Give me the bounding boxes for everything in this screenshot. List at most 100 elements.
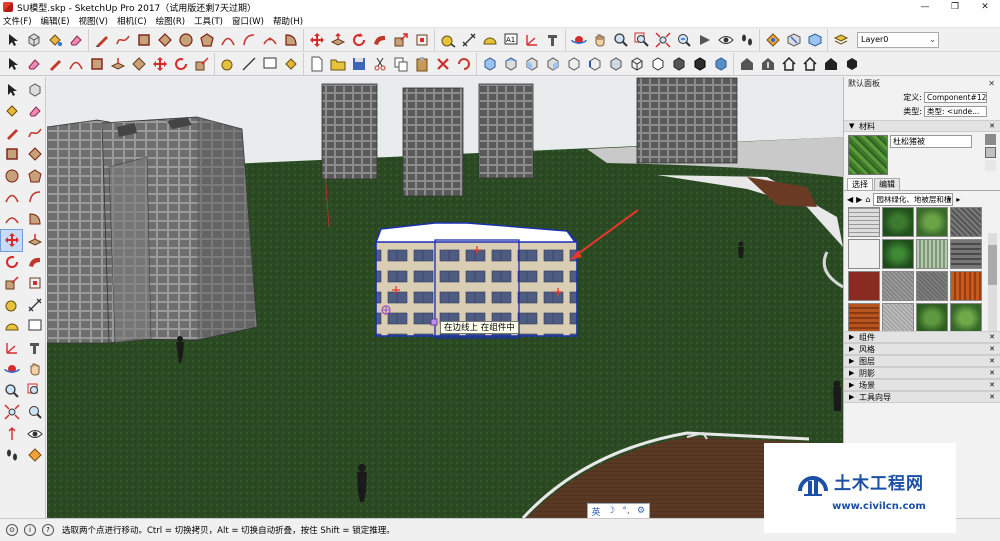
wireframe-style-button[interactable]: [627, 54, 646, 73]
tape-measure-button-2[interactable]: [218, 54, 237, 73]
open-file-button[interactable]: [328, 54, 347, 73]
menu-file[interactable]: 文件(F): [3, 15, 32, 27]
material-swatch[interactable]: [882, 207, 914, 237]
tower-near-left[interactable]: [47, 116, 258, 344]
material-swatch[interactable]: [882, 303, 914, 331]
close-icon[interactable]: ✕: [989, 357, 995, 365]
collection-dropdown[interactable]: 园林绿化、地被层和植被: [873, 192, 954, 206]
palette-scale[interactable]: [1, 273, 22, 294]
material-swatch[interactable]: [916, 207, 948, 237]
palette-rotate[interactable]: [1, 251, 22, 272]
shadows-panel-header[interactable]: ▶ 阴影 ✕: [844, 367, 1000, 379]
instructor-panel-header[interactable]: ▶ 工具向导 ✕: [844, 391, 1000, 403]
polygon-tool-button[interactable]: [197, 30, 216, 49]
zoom-window-button[interactable]: [632, 30, 651, 49]
palette-pan[interactable]: [24, 359, 45, 380]
select-tool-button-2[interactable]: [3, 54, 22, 73]
copy-button[interactable]: [391, 54, 410, 73]
pan-tool-button[interactable]: [590, 30, 609, 49]
components-panel-header[interactable]: ▶ 组件 ✕: [844, 331, 1000, 343]
palette-three-point-arc[interactable]: [1, 208, 22, 229]
line-tool-button[interactable]: [92, 30, 111, 49]
select-tool-button[interactable]: [3, 30, 22, 49]
palette-walk[interactable]: [1, 445, 22, 466]
palette-paint[interactable]: [1, 101, 22, 122]
material-swatch[interactable]: [950, 207, 982, 237]
pie-tool-button[interactable]: [281, 30, 300, 49]
menu-tools[interactable]: 工具(T): [194, 15, 223, 27]
ime-toolbar[interactable]: 英 ☽ °, ⚙: [587, 503, 650, 518]
dimension-tool-button[interactable]: [459, 30, 478, 49]
minimize-button[interactable]: —: [910, 0, 940, 14]
sample-paint-icon[interactable]: [985, 160, 996, 171]
back-view-button[interactable]: [564, 54, 583, 73]
make-component-button[interactable]: [24, 30, 43, 49]
layers-panel-header[interactable]: ▶ 图层 ✕: [844, 355, 1000, 367]
section-plane-button[interactable]: [763, 30, 782, 49]
previous-view-button[interactable]: [674, 30, 693, 49]
forward-arrow-icon[interactable]: ▶: [856, 195, 862, 204]
monochrome-style-button[interactable]: [711, 54, 730, 73]
warehouse-button[interactable]: [737, 54, 756, 73]
zoom-extents-button[interactable]: [653, 30, 672, 49]
home-icon[interactable]: ⌂: [865, 195, 870, 204]
new-file-button[interactable]: [307, 54, 326, 73]
palette-zoom[interactable]: [1, 380, 22, 401]
close-icon[interactable]: ✕: [989, 369, 995, 377]
palette-select[interactable]: [1, 79, 22, 100]
gear-icon[interactable]: ⚙: [636, 506, 646, 516]
paint-bucket-button-2[interactable]: [281, 54, 300, 73]
axes-tool-button[interactable]: [522, 30, 541, 49]
drawing-viewport[interactable]: 在边线上 在组件中 英 ☽ °, ⚙: [47, 77, 843, 518]
undo-button[interactable]: [454, 54, 473, 73]
palette-section[interactable]: [24, 445, 45, 466]
material-swatch[interactable]: [916, 239, 948, 269]
eraser-tool-button[interactable]: [66, 30, 85, 49]
text-tool-button[interactable]: A1: [501, 30, 520, 49]
right-view-button[interactable]: [543, 54, 562, 73]
palette-previous[interactable]: [24, 402, 45, 423]
palette-3d-text[interactable]: [24, 337, 45, 358]
scenes-panel-header[interactable]: ▶ 场景 ✕: [844, 379, 1000, 391]
palette-position-camera[interactable]: [1, 423, 22, 444]
maximize-button[interactable]: ❐: [940, 0, 970, 14]
palette-two-point-arc[interactable]: [24, 187, 45, 208]
definition-field[interactable]: Component#12: [924, 91, 987, 103]
tab-select[interactable]: 选择: [847, 178, 873, 190]
material-swatch[interactable]: [950, 303, 982, 331]
protractor-button[interactable]: [480, 30, 499, 49]
palette-follow-me[interactable]: [24, 251, 45, 272]
punctuation-icon[interactable]: °,: [621, 506, 631, 516]
palette-freehand[interactable]: [24, 122, 45, 143]
menu-window[interactable]: 窗口(W): [232, 15, 264, 27]
freehand-tool-button[interactable]: [113, 30, 132, 49]
push-pull-button-2[interactable]: [108, 54, 127, 73]
tower-far-3[interactable]: [478, 83, 534, 179]
move-tool-button-2[interactable]: [150, 54, 169, 73]
palette-protractor[interactable]: [1, 316, 22, 337]
share-component-button[interactable]: [800, 54, 819, 73]
palette-arc[interactable]: [1, 187, 22, 208]
material-swatch[interactable]: [916, 303, 948, 331]
offset-tool-button-2[interactable]: [129, 54, 148, 73]
ime-language-toggle[interactable]: 英: [591, 505, 601, 518]
menu-view[interactable]: 视图(V): [79, 15, 108, 27]
move-tool-button[interactable]: [307, 30, 326, 49]
arc-tool-button[interactable]: [218, 30, 237, 49]
palette-rotated-rectangle[interactable]: [24, 144, 45, 165]
close-icon[interactable]: ✕: [989, 122, 995, 130]
zoom-tool-button[interactable]: [611, 30, 630, 49]
palette-rectangle[interactable]: [1, 144, 22, 165]
extension-manager-button[interactable]: [842, 54, 861, 73]
top-view-button[interactable]: [501, 54, 520, 73]
home-button[interactable]: [779, 54, 798, 73]
paint-bucket-button[interactable]: [45, 30, 64, 49]
menu-edit[interactable]: 编辑(E): [41, 15, 70, 27]
palette-push-pull[interactable]: [24, 230, 45, 251]
rectangle-tool-button[interactable]: [134, 30, 153, 49]
material-name-field[interactable]: 杜松猪被: [890, 135, 972, 148]
two-point-arc-button[interactable]: [239, 30, 258, 49]
left-view-button[interactable]: [585, 54, 604, 73]
palette-offset[interactable]: [24, 273, 45, 294]
material-swatch[interactable]: [950, 239, 982, 269]
